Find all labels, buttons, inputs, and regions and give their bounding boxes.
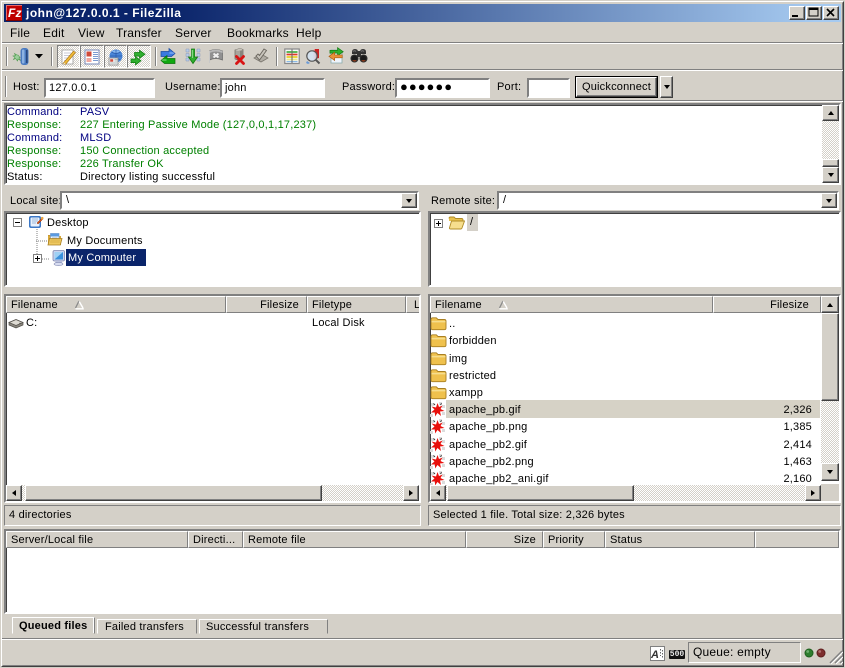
- svg-text:A: A: [651, 649, 659, 660]
